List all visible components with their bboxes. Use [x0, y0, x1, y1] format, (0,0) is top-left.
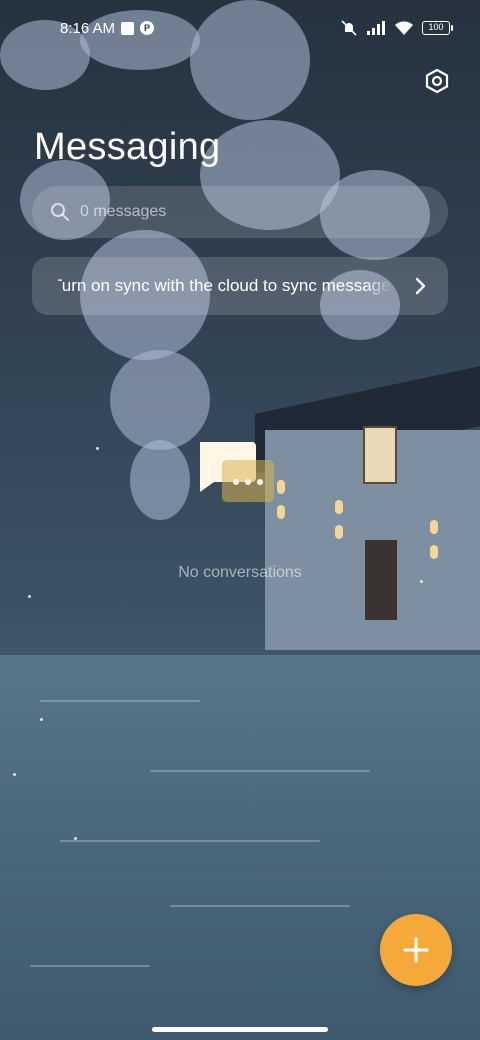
wallpaper-ripple: [170, 905, 350, 907]
chevron-right-icon: [415, 277, 426, 295]
sync-banner[interactable]: Turn on sync with the cloud to sync mess…: [32, 257, 448, 315]
wallpaper-ripple: [150, 770, 370, 772]
mute-icon: [341, 20, 357, 36]
chat-bubbles-icon: [200, 442, 274, 502]
sync-banner-text: Turn on sync with the cloud to sync mess…: [58, 276, 392, 295]
page-title: Messaging: [34, 126, 221, 168]
app-badge-icon: P: [140, 21, 155, 35]
wallpaper-ripple: [40, 700, 200, 702]
empty-state-text: No conversations: [178, 564, 302, 581]
status-bar: 8:16 AM P 100: [0, 0, 480, 56]
status-time: 8:16 AM: [60, 19, 116, 37]
wallpaper-ripple: [30, 965, 150, 967]
settings-hexagon-icon: [425, 68, 449, 94]
wifi-icon: [395, 21, 413, 35]
home-indicator[interactable]: [152, 1027, 328, 1032]
settings-button[interactable]: [423, 67, 451, 95]
search-bar[interactable]: [32, 186, 448, 238]
new-message-button[interactable]: [380, 914, 452, 986]
search-input[interactable]: [80, 203, 420, 221]
notification-square-icon: [121, 21, 135, 35]
wallpaper-house: [255, 360, 480, 650]
plus-icon: [403, 937, 429, 963]
battery-icon: 100: [422, 21, 453, 35]
wallpaper-ripple: [60, 840, 320, 842]
search-icon: [51, 203, 69, 221]
signal-icon: [367, 21, 385, 35]
